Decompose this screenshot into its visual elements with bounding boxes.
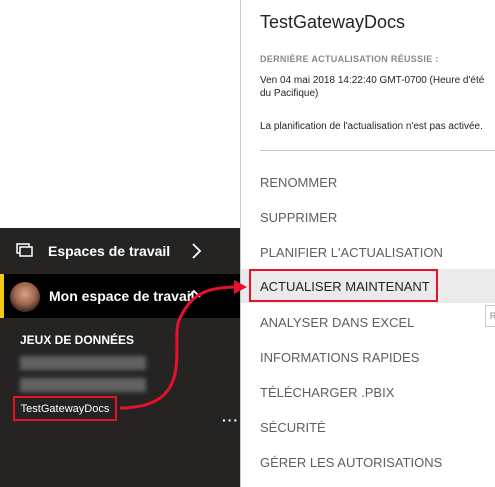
menu-item-download-pbix[interactable]: TÉLÉCHARGER .PBIX [241, 375, 495, 409]
menu-item-label: PLANIFIER L'ACTUALISATION [260, 244, 443, 260]
my-workspace-row[interactable]: Mon espace de travail [0, 274, 246, 318]
menu-item-label: INFORMATIONS RAPIDES [260, 349, 420, 365]
menu-item-label: SUPPRIMER [260, 209, 338, 225]
menu-item-label: ANALYSER DANS EXCEL [260, 314, 415, 330]
my-workspace-label: Mon espace de travail [49, 288, 195, 304]
menu-item-label: RENOMMER [260, 174, 338, 190]
divider [260, 150, 495, 151]
menu-item-delete[interactable]: SUPPRIMER [241, 200, 495, 234]
menu-item-schedule-refresh[interactable]: PLANIFIER L'ACTUALISATION [241, 235, 495, 269]
active-indicator [0, 274, 4, 318]
dataset-context-menu: TestGatewayDocs DERNIÈRE ACTUALISATION R… [240, 0, 495, 487]
nav-pane: Espaces de travail Mon espace de travail… [0, 228, 246, 487]
menu-item-quick-insights[interactable]: INFORMATIONS RAPIDES [241, 340, 495, 374]
more-options-icon[interactable]: ··· [222, 412, 239, 428]
menu-item-label: TÉLÉCHARGER .PBIX [260, 384, 395, 400]
workspaces-row[interactable]: Espaces de travail [0, 234, 246, 268]
menu-item-label: SÉCURITÉ [260, 419, 326, 435]
menu-title: TestGatewayDocs [260, 12, 406, 32]
avatar [10, 282, 40, 312]
blurred-dataset-item[interactable] [20, 356, 146, 370]
menu-item-label: GÉRER LES AUTORISATIONS [260, 454, 443, 470]
last-refresh-label: DERNIÈRE ACTUALISATION RÉUSSIE : [260, 54, 439, 64]
menu-item-manage-permissions[interactable]: GÉRER LES AUTORISATIONS [241, 445, 495, 479]
workspaces-label: Espaces de travail [48, 243, 171, 259]
menu-item-analyze-in-excel[interactable]: ANALYSER DANS EXCEL [241, 305, 495, 339]
schedule-note: La planification de l'actualisation n'es… [260, 121, 483, 132]
workspaces-icon [16, 243, 33, 257]
callout-highlight [249, 269, 438, 302]
partial-button[interactable]: R [485, 305, 495, 327]
datasets-heading: JEUX DE DONNÉES [20, 333, 135, 347]
chevron-up-icon[interactable] [186, 286, 202, 302]
blurred-dataset-item[interactable] [20, 378, 146, 392]
chevron-right-icon[interactable] [190, 243, 204, 259]
menu-item-security[interactable]: SÉCURITÉ [241, 410, 495, 444]
last-refresh-date: Ven 04 mai 2018 14:22:40 GMT-0700 (Heure… [260, 75, 485, 99]
dataset-item-testgatewaydocs[interactable]: TestGatewayDocs [13, 396, 117, 421]
menu-item-rename[interactable]: RENOMMER [241, 165, 495, 199]
